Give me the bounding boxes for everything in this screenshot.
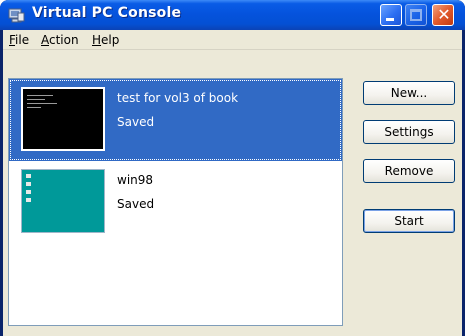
menu-action[interactable]: Action <box>41 33 79 47</box>
title-bar[interactable]: Virtual PC Console ✕ <box>0 0 465 30</box>
menu-action-accel: A <box>41 33 49 47</box>
close-button[interactable]: ✕ <box>432 4 454 26</box>
menu-help[interactable]: Help <box>92 33 119 47</box>
virtual-pc-icon <box>8 8 25 23</box>
vm-thumbnail <box>21 87 105 151</box>
console-screen-icon <box>27 95 57 108</box>
minimize-icon <box>386 18 394 21</box>
maximize-icon <box>410 9 422 21</box>
vm-list-item[interactable]: win98 Saved <box>9 161 342 243</box>
close-icon: ✕ <box>437 5 451 24</box>
menu-file-rest: ile <box>15 33 30 47</box>
maximize-button[interactable] <box>405 4 427 26</box>
window-title: Virtual PC Console <box>32 5 182 21</box>
settings-button[interactable]: Settings <box>363 120 455 144</box>
virtual-pc-console-window: Virtual PC Console ✕ File Action Help te… <box>0 0 465 336</box>
vm-list-item[interactable]: test for vol3 of book Saved <box>9 79 342 161</box>
start-button[interactable]: Start <box>363 209 455 233</box>
menu-help-rest: elp <box>101 33 120 47</box>
menu-help-accel: H <box>92 33 102 47</box>
menu-bar: File Action Help <box>3 30 462 50</box>
vm-name: test for vol3 of book <box>117 91 239 105</box>
virtual-machine-list[interactable]: test for vol3 of book Saved win98 Saved <box>8 78 343 326</box>
vm-thumbnail <box>21 169 105 233</box>
new-button[interactable]: New... <box>363 81 455 105</box>
remove-button[interactable]: Remove <box>363 159 455 183</box>
vm-status: Saved <box>117 115 155 129</box>
minimize-button[interactable] <box>380 4 402 26</box>
client-area: File Action Help test for vol3 of book S… <box>3 30 462 336</box>
desktop-screen-icon <box>26 174 31 202</box>
menu-file[interactable]: File <box>9 33 29 47</box>
menu-action-rest: ction <box>49 33 79 47</box>
vm-status: Saved <box>117 197 155 211</box>
vm-name: win98 <box>117 173 154 187</box>
